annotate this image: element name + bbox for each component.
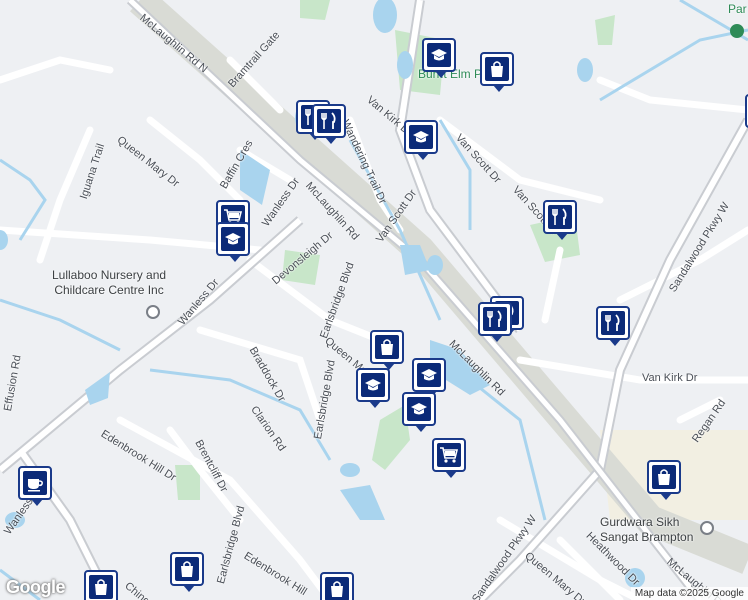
place-marker-icon[interactable] (146, 305, 160, 319)
map-marker[interactable] (404, 120, 438, 160)
place-label-gurdwara[interactable]: Gurdwara Sikh Sangat Brampton (600, 515, 693, 545)
shopping-bag-icon (89, 575, 113, 599)
map-marker[interactable] (596, 306, 630, 346)
map-marker[interactable] (432, 438, 466, 478)
map-marker[interactable] (478, 302, 512, 342)
shopping-bag-icon (325, 577, 349, 600)
map-canvas[interactable]: McLaughlin Rd N Bramtrail Gate Iguana Tr… (0, 0, 748, 600)
map-attribution: Map data ©2025 Google (630, 587, 748, 600)
map-marker[interactable] (370, 330, 404, 370)
school-icon (427, 43, 451, 67)
map-marker[interactable] (480, 52, 514, 92)
place-marker-icon[interactable] (700, 521, 714, 535)
restaurant-icon (483, 307, 507, 331)
park-label: Par (728, 2, 747, 16)
map-marker[interactable] (312, 104, 346, 144)
place-label-lullaboo[interactable]: Lullaboo Nursery and Childcare Centre In… (52, 268, 166, 298)
map-base-layer (0, 0, 748, 600)
shopping-bag-icon (175, 557, 199, 581)
map-marker[interactable] (412, 358, 446, 398)
place-label-line: Sangat Brampton (600, 530, 694, 544)
map-marker[interactable] (84, 570, 118, 600)
place-label-line: Gurdwara Sikh (600, 515, 680, 529)
map-marker[interactable] (422, 38, 456, 78)
map-marker[interactable] (170, 552, 204, 592)
map-marker[interactable] (647, 460, 681, 500)
shopping-bag-icon (652, 465, 676, 489)
map-marker[interactable] (320, 572, 354, 600)
school-icon (417, 363, 441, 387)
place-label-line: Lullaboo Nursery and (52, 268, 167, 282)
restaurant-icon (601, 311, 625, 335)
school-icon (361, 373, 385, 397)
park-marker-icon[interactable] (730, 24, 744, 38)
map-marker[interactable] (18, 466, 52, 506)
coffee-icon (23, 471, 47, 495)
restaurant-icon (548, 205, 572, 229)
school-icon (409, 125, 433, 149)
shopping-cart-icon (437, 443, 461, 467)
street-label: Van Kirk Dr (642, 372, 698, 384)
restaurant-icon (317, 109, 341, 133)
map-marker[interactable] (402, 392, 436, 432)
map-marker[interactable] (543, 200, 577, 240)
map-marker[interactable] (216, 222, 250, 262)
school-icon (407, 397, 431, 421)
place-label-line: Childcare Centre Inc (54, 283, 164, 297)
shopping-bag-icon (485, 57, 509, 81)
google-logo: Google (6, 577, 66, 597)
shopping-bag-icon (375, 335, 399, 359)
map-marker[interactable] (356, 368, 390, 408)
school-icon (221, 227, 245, 251)
